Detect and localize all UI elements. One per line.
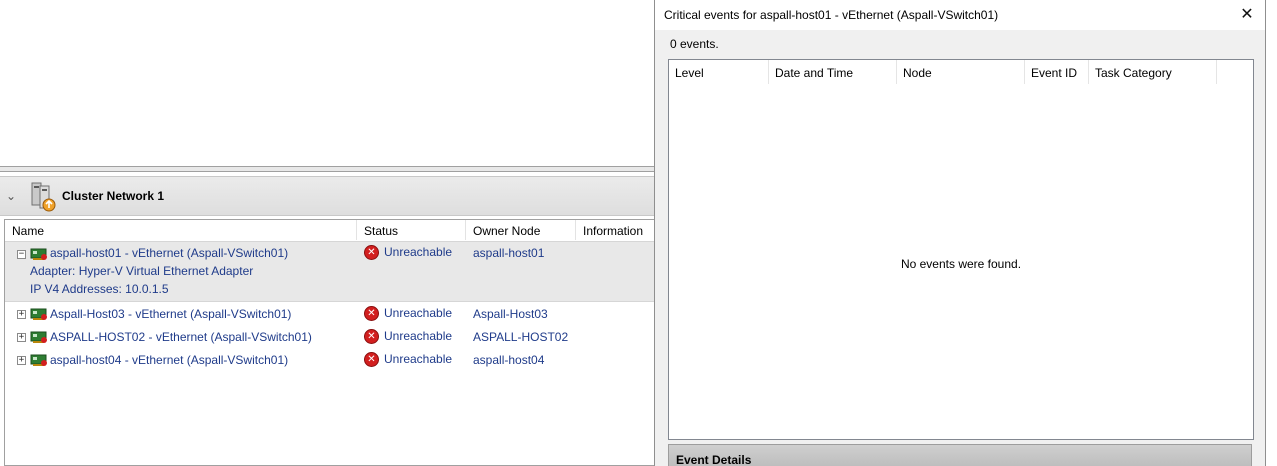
column-header-owner-node[interactable]: Owner Node — [466, 220, 576, 240]
event-details-header[interactable]: Event Details — [668, 444, 1252, 466]
column-header-name[interactable]: Name — [5, 220, 357, 240]
status-cell: ✕ Unreachable — [364, 245, 453, 261]
network-adapter-icon — [30, 353, 48, 367]
status-cell: ✕ Unreachable — [364, 306, 453, 322]
event-count: 0 events. — [670, 37, 719, 51]
error-icon: ✕ — [364, 352, 379, 368]
column-header-event-id[interactable]: Event ID — [1025, 60, 1089, 84]
error-icon: ✕ — [364, 329, 379, 345]
column-header-task-category[interactable]: Task Category — [1089, 60, 1217, 84]
table-row[interactable]: − aspall-host01 - vEthernet (Aspall-VSwi… — [5, 241, 655, 302]
column-header-level[interactable]: Level — [669, 60, 769, 84]
ip-detail: IP V4 Addresses: 10.0.1.5 — [30, 282, 169, 296]
network-adapter-icon — [30, 330, 48, 344]
status-text: Unreachable — [384, 306, 453, 320]
collapse-toggle[interactable]: − — [17, 250, 26, 259]
status-text: Unreachable — [384, 245, 453, 259]
interface-name[interactable]: Aspall-Host03 - vEthernet (Aspall-VSwitc… — [50, 307, 291, 321]
dialog-titlebar[interactable]: Critical events for aspall-host01 - vEth… — [655, 0, 1265, 30]
expand-toggle[interactable]: + — [17, 310, 26, 319]
chevron-down-icon[interactable]: ⌄ — [6, 189, 20, 203]
adapter-detail: Adapter: Hyper-V Virtual Ethernet Adapte… — [30, 264, 254, 278]
network-adapter-icon — [30, 247, 48, 261]
interface-name[interactable]: aspall-host01 - vEthernet (Aspall-VSwitc… — [50, 246, 288, 260]
error-icon: ✕ — [364, 245, 379, 261]
table-row[interactable]: + Aspall-Host03 - vEthernet (Aspall-VSwi… — [5, 303, 655, 326]
owner-node-cell: aspall-host01 — [473, 246, 545, 260]
dialog-title: Critical events for aspall-host01 - vEth… — [664, 8, 999, 22]
column-header-information[interactable]: Information — [576, 220, 655, 240]
status-cell: ✕ Unreachable — [364, 329, 453, 345]
critical-events-dialog: Critical events for aspall-host01 - vEth… — [654, 0, 1266, 466]
empty-message: No events were found. — [900, 257, 1022, 271]
interface-name[interactable]: ASPALL-HOST02 - vEthernet (Aspall-VSwitc… — [50, 330, 312, 344]
owner-node-cell: aspall-host04 — [473, 353, 545, 367]
owner-node-cell: Aspall-Host03 — [473, 307, 548, 321]
status-cell: ✕ Unreachable — [364, 352, 453, 368]
column-header-node[interactable]: Node — [897, 60, 1025, 84]
close-icon[interactable]: ✕ — [1237, 5, 1257, 25]
status-text: Unreachable — [384, 329, 453, 343]
column-header-status[interactable]: Status — [357, 220, 466, 240]
error-icon: ✕ — [364, 306, 379, 322]
owner-node-cell: ASPALL-HOST02 — [473, 330, 569, 344]
event-details-label: Event Details — [676, 453, 752, 466]
status-text: Unreachable — [384, 352, 453, 366]
column-header-date-time[interactable]: Date and Time — [769, 60, 897, 84]
window: ⌄ Cluster Network 1 Name Status Owner No… — [0, 0, 1277, 466]
group-title: Cluster Network 1 — [62, 189, 165, 203]
server-cluster-icon — [28, 181, 60, 213]
interface-name[interactable]: aspall-host04 - vEthernet (Aspall-VSwitc… — [50, 353, 288, 367]
table-row[interactable]: + ASPALL-HOST02 - vEthernet (Aspall-VSwi… — [5, 326, 655, 349]
events-grid: Level Date and Time Node Event ID Task C… — [668, 59, 1254, 440]
expand-toggle[interactable]: + — [17, 333, 26, 342]
table-row[interactable]: + aspall-host04 - vEthernet (Aspall-VSwi… — [5, 349, 655, 372]
background-edge — [1266, 0, 1277, 466]
expand-toggle[interactable]: + — [17, 356, 26, 365]
network-adapter-icon — [30, 307, 48, 321]
